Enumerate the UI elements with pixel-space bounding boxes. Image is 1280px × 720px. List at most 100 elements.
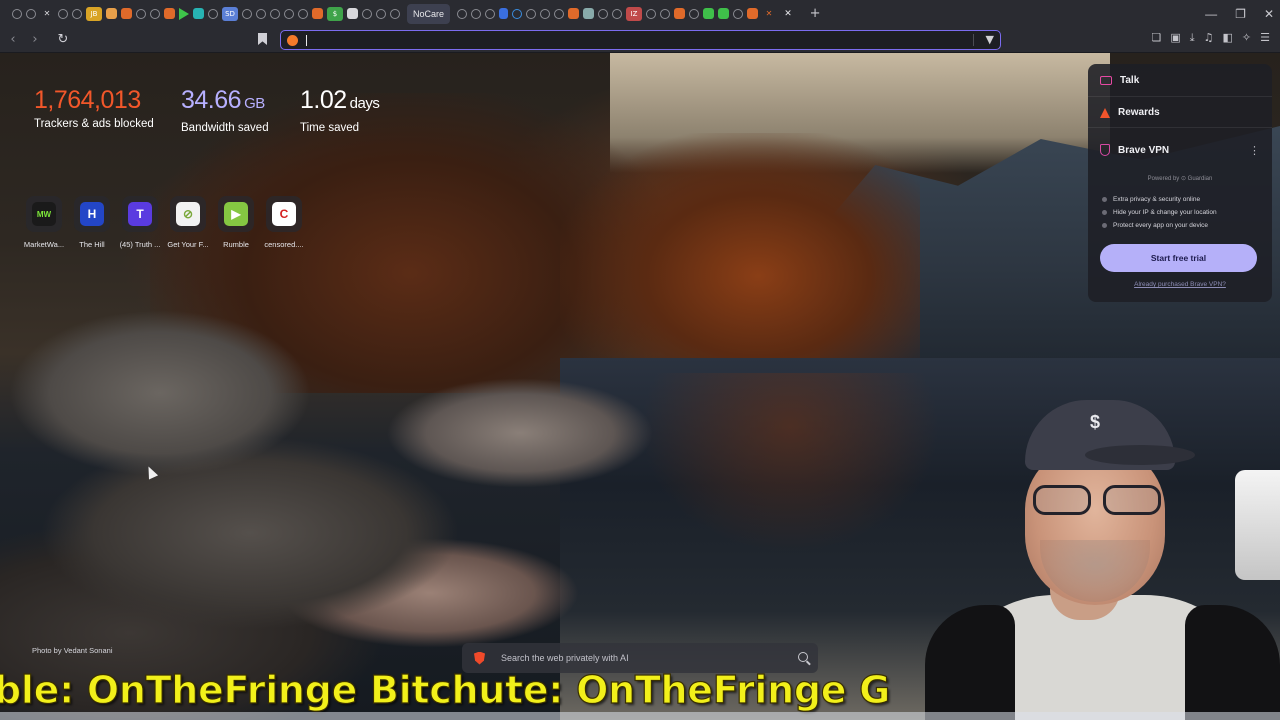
minimize-button[interactable]: — bbox=[1205, 7, 1217, 21]
grid-icon[interactable] bbox=[703, 8, 715, 19]
globe-icon[interactable] bbox=[136, 8, 146, 19]
top-site-label: Rumble bbox=[223, 240, 249, 249]
address-bar[interactable]: ▼ bbox=[280, 30, 1001, 50]
tab-active[interactable]: NoCare bbox=[407, 3, 451, 24]
top-site[interactable]: ▶ Rumble bbox=[216, 196, 256, 249]
brave-shields-icon[interactable]: ▼ bbox=[986, 33, 994, 46]
play-icon[interactable] bbox=[179, 7, 189, 20]
sidebar-icon[interactable]: ▣ bbox=[1170, 31, 1180, 45]
top-site[interactable]: Ccensored.... bbox=[264, 196, 304, 249]
top-site[interactable]: T (45) Truth ... bbox=[120, 196, 160, 249]
doc-icon[interactable] bbox=[747, 8, 759, 19]
search-icon[interactable] bbox=[798, 652, 808, 662]
already-purchased-link[interactable]: Already purchased Brave VPN? bbox=[1088, 281, 1272, 288]
forward-button[interactable]: › bbox=[26, 31, 44, 49]
split-view-icon[interactable]: ◧ bbox=[1223, 31, 1233, 45]
x-icon[interactable]: ✕ bbox=[40, 7, 54, 21]
iz-icon[interactable]: IZ bbox=[626, 6, 643, 21]
globe-icon[interactable] bbox=[256, 8, 266, 19]
globe-icon[interactable] bbox=[72, 8, 82, 19]
dollar-icon[interactable]: $ bbox=[327, 6, 343, 21]
doc-icon[interactable] bbox=[164, 8, 175, 19]
top-site-tile[interactable]: ▶ bbox=[218, 196, 254, 232]
globe-icon[interactable] bbox=[362, 8, 372, 19]
globe-icon[interactable] bbox=[689, 8, 700, 19]
globe-icon[interactable] bbox=[208, 8, 218, 19]
media-icon[interactable]: ♫ bbox=[1204, 31, 1214, 45]
sd-icon[interactable]: SD bbox=[222, 6, 238, 21]
vpn-menu-icon[interactable]: ⋮ bbox=[1249, 144, 1260, 157]
reload-button[interactable]: ↻ bbox=[54, 31, 72, 49]
globe-icon[interactable] bbox=[298, 8, 308, 19]
globe-icon[interactable] bbox=[284, 8, 294, 19]
maximize-button[interactable]: ❐ bbox=[1235, 7, 1246, 21]
tab-list-more: IZ ✕ bbox=[455, 6, 778, 21]
globe-icon[interactable] bbox=[733, 8, 744, 19]
back-button[interactable]: ‹ bbox=[4, 31, 22, 49]
window-controls: — ❐ ✕ bbox=[1205, 0, 1274, 27]
panel-divider bbox=[1088, 127, 1272, 128]
top-site-tile[interactable]: C bbox=[266, 196, 302, 232]
globe-icon[interactable] bbox=[270, 8, 280, 19]
downloads-icon[interactable]: ⤓ bbox=[1190, 31, 1195, 45]
pause-icon[interactable] bbox=[499, 8, 509, 19]
marketwatch-icon: MW bbox=[32, 202, 56, 226]
stat-trackers: 1,764,013 Trackers & ads blocked bbox=[34, 86, 154, 130]
vpn-shield-icon bbox=[1100, 144, 1110, 156]
top-site-tile[interactable]: H bbox=[74, 196, 110, 232]
globe-icon[interactable] bbox=[598, 8, 609, 19]
globe-icon[interactable] bbox=[376, 8, 386, 19]
start-free-trial-button[interactable]: Start free trial bbox=[1100, 244, 1257, 272]
brave-lion-icon[interactable] bbox=[287, 34, 298, 46]
globe-icon[interactable] bbox=[457, 8, 468, 19]
extensions-icon[interactable]: ❏ bbox=[1151, 31, 1161, 45]
image-icon[interactable] bbox=[583, 8, 595, 19]
globe-icon[interactable] bbox=[150, 8, 160, 19]
close-window-button[interactable]: ✕ bbox=[1264, 7, 1274, 21]
globe-icon[interactable] bbox=[512, 8, 523, 19]
grid-icon[interactable] bbox=[718, 8, 730, 19]
top-site-tile[interactable]: MW bbox=[26, 196, 62, 232]
globe-icon[interactable] bbox=[612, 8, 623, 19]
globe-icon[interactable] bbox=[58, 8, 68, 19]
menu-icon[interactable]: ☰ bbox=[1260, 31, 1270, 45]
globe-icon[interactable] bbox=[660, 8, 671, 19]
globe-icon[interactable] bbox=[471, 8, 482, 19]
globe-icon[interactable] bbox=[12, 8, 22, 19]
image-icon[interactable] bbox=[347, 8, 358, 19]
talk-widget[interactable]: Talk bbox=[1100, 75, 1139, 86]
search-input[interactable] bbox=[501, 653, 818, 663]
top-site-tile[interactable]: ⊘ bbox=[170, 196, 206, 232]
doc-icon[interactable] bbox=[312, 8, 323, 19]
globe-icon[interactable] bbox=[485, 8, 496, 19]
new-tab-button[interactable]: + bbox=[808, 6, 822, 21]
globe-icon[interactable] bbox=[242, 8, 252, 19]
url-input[interactable] bbox=[307, 32, 1000, 48]
globe-icon[interactable] bbox=[554, 8, 565, 19]
top-site-tile[interactable]: T bbox=[122, 196, 158, 232]
x-icon[interactable]: ✕ bbox=[762, 7, 776, 21]
globe-icon[interactable] bbox=[540, 8, 551, 19]
jb-icon[interactable]: JB bbox=[86, 6, 102, 21]
globe-icon[interactable] bbox=[526, 8, 537, 19]
top-site[interactable]: H The Hill bbox=[72, 196, 112, 249]
scrolling-banner: ble: OnTheFringe Bitchute: OnTheFringe G bbox=[0, 668, 1280, 716]
doc-icon[interactable] bbox=[106, 8, 117, 19]
tab-close-icon[interactable]: ✕ bbox=[781, 7, 795, 21]
doc-icon[interactable] bbox=[674, 8, 686, 19]
bookmark-icon[interactable] bbox=[258, 33, 267, 45]
doc-icon[interactable] bbox=[568, 8, 580, 19]
doc-icon[interactable] bbox=[121, 8, 132, 19]
globe-icon[interactable] bbox=[390, 8, 400, 19]
globe-icon[interactable] bbox=[26, 8, 36, 19]
rewards-label: Rewards bbox=[1118, 107, 1160, 118]
leo-ai-icon[interactable]: ✧ bbox=[1242, 31, 1251, 45]
globe-icon[interactable] bbox=[646, 8, 657, 19]
grid-icon[interactable] bbox=[193, 8, 204, 19]
top-site[interactable]: MW MarketWa... bbox=[24, 196, 64, 249]
trackers-label: Trackers & ads blocked bbox=[34, 118, 154, 130]
top-site-label: MarketWa... bbox=[23, 240, 65, 249]
rewards-widget[interactable]: Rewards bbox=[1100, 107, 1160, 118]
top-site[interactable]: ⊘ Get Your F... bbox=[167, 196, 209, 249]
photo-credit[interactable]: Photo by Vedant Sonani bbox=[32, 646, 112, 655]
